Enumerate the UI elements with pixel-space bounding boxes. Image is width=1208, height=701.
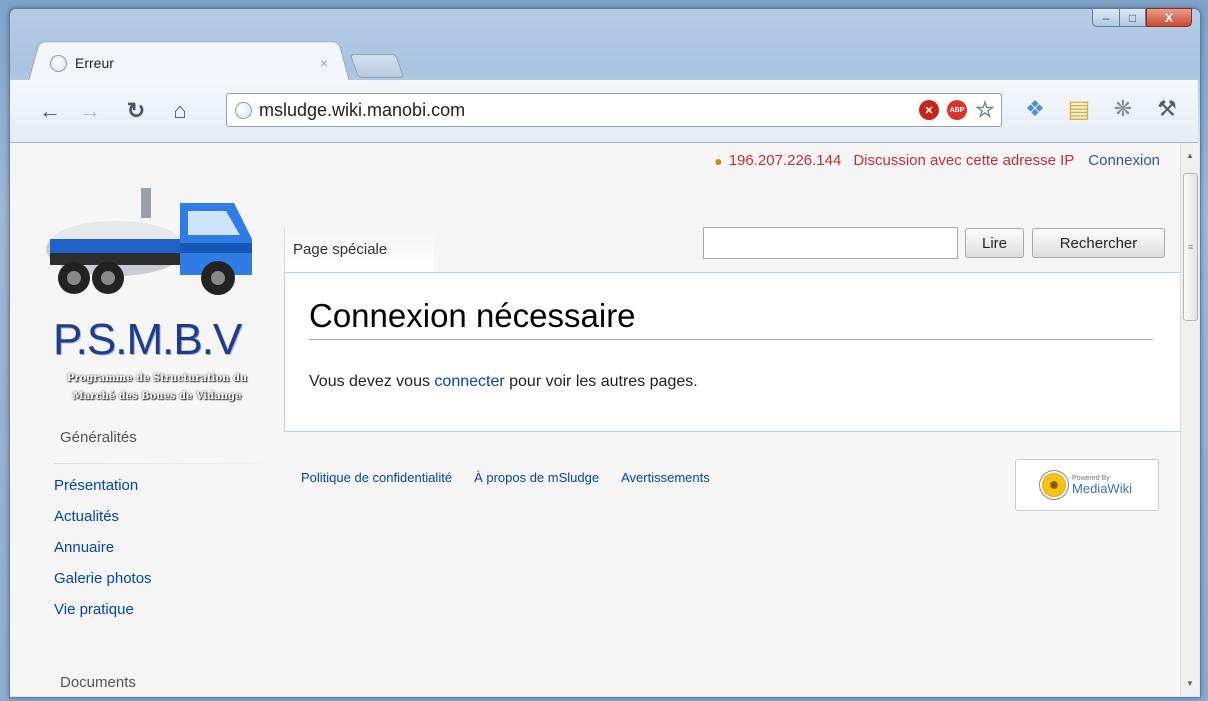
home-icon[interactable]: ⌂ [168, 98, 192, 124]
user-ip-link[interactable]: 196.207.226.144 [729, 152, 842, 169]
footer-link-disclaimers[interactable]: Avertissements [621, 470, 710, 485]
footer-links: Politique de confidentialité À propos de… [301, 470, 732, 485]
logo-subtitle-line2: Marché des Boues de Vidange [72, 391, 242, 402]
footer-link-about[interactable]: À propos de mSludge [474, 470, 599, 485]
portal-heading-documents: Documents [60, 674, 136, 691]
close-window-button[interactable]: X [1146, 8, 1192, 27]
tab-special-page-label: Page spéciale [293, 241, 388, 258]
star-icon[interactable]: ☆ [975, 97, 995, 122]
scrollbar-thumb[interactable]: ≡ [1183, 173, 1198, 321]
globe-icon [50, 54, 67, 72]
adblock-icon[interactable]: ABP [947, 100, 967, 120]
page-viewport: ● 196.207.226.144 Discussion avec cette … [10, 143, 1180, 696]
vertical-scrollbar[interactable]: ▲ ≡ ▼ [1180, 143, 1199, 696]
folder-icon[interactable]: ▤ [1065, 95, 1093, 123]
bug-icon[interactable]: ❋ [1109, 95, 1137, 123]
new-tab-button[interactable] [349, 54, 405, 78]
forward-arrow-icon[interactable]: → [78, 98, 102, 124]
url-text[interactable]: msludge.wiki.manobi.com [259, 100, 911, 121]
mediawiki-flower-icon [1042, 473, 1067, 497]
body-text-before: Vous devez vous [309, 373, 435, 390]
portal-list-generalites: Présentation Actualités Annuaire Galerie… [54, 477, 152, 632]
powered-by-mediawiki-badge[interactable]: Powered By MediaWiki [1015, 459, 1159, 511]
sidebar-item-annuaire[interactable]: Annuaire [54, 539, 152, 570]
tab-special-page[interactable]: Page spéciale [284, 228, 434, 272]
maximize-button[interactable]: □ [1119, 8, 1146, 27]
tanker-truck-icon [46, 188, 252, 295]
address-bar[interactable]: msludge.wiki.manobi.com ✕ ABP ☆ [226, 93, 1002, 127]
browser-toolbar: ← → ↻ ⌂ msludge.wiki.manobi.com ✕ ABP ☆ … [10, 80, 1198, 143]
wrench-icon[interactable]: ⚒ [1153, 95, 1181, 123]
globe-icon [235, 101, 252, 119]
browser-tab-content[interactable]: Erreur × [42, 46, 342, 80]
logo-title: P.S.M.B.V [53, 315, 242, 364]
sidebar-item-presentation[interactable]: Présentation [54, 477, 152, 508]
body-text: Vous devez vous connecter pour voir les … [309, 373, 698, 391]
site-logo[interactable]: P.S.M.B.V Programme de Structuration du … [46, 183, 262, 408]
dropbox-icon[interactable]: ❖ [1021, 95, 1049, 123]
search-button[interactable]: Rechercher [1032, 228, 1165, 258]
tab-close-icon[interactable]: × [320, 55, 328, 71]
mediawiki-label: MediaWiki [1072, 481, 1132, 496]
sidebar-item-vie-pratique[interactable]: Vie pratique [54, 601, 152, 632]
sidebar-item-galerie-photos[interactable]: Galerie photos [54, 570, 152, 601]
blocked-icon[interactable]: ✕ [919, 100, 939, 120]
user-icon: ● [714, 152, 723, 169]
portal-divider [54, 463, 282, 464]
read-button[interactable]: Lire [965, 228, 1024, 258]
logo-subtitle-line1: Programme de Structuration du [66, 373, 248, 384]
login-required-link[interactable]: connecter [434, 373, 504, 390]
content-panel: Connexion nécessaire Vous devez vous con… [284, 272, 1180, 432]
talk-link[interactable]: Discussion avec cette adresse IP [853, 152, 1074, 169]
footer-link-privacy[interactable]: Politique de confidentialité [301, 470, 452, 485]
portal-heading-generalites: Généralités [60, 429, 137, 446]
body-text-after: pour voir les autres pages. [504, 373, 698, 390]
page-title: Connexion nécessaire [309, 297, 1153, 340]
login-link[interactable]: Connexion [1088, 152, 1160, 169]
reload-icon[interactable]: ↻ [124, 98, 148, 124]
personal-tools: ● 196.207.226.144 Discussion avec cette … [714, 152, 1160, 169]
window-controls: – □ X [1092, 8, 1192, 27]
tab-title: Erreur [75, 55, 114, 71]
minimize-button[interactable]: – [1092, 8, 1119, 27]
sidebar-item-actualites[interactable]: Actualités [54, 508, 152, 539]
scroll-down-arrow-icon[interactable]: ▼ [1181, 675, 1199, 691]
back-arrow-icon[interactable]: ← [38, 98, 62, 124]
scroll-up-arrow-icon[interactable]: ▲ [1181, 147, 1199, 163]
search-input[interactable] [703, 227, 958, 259]
